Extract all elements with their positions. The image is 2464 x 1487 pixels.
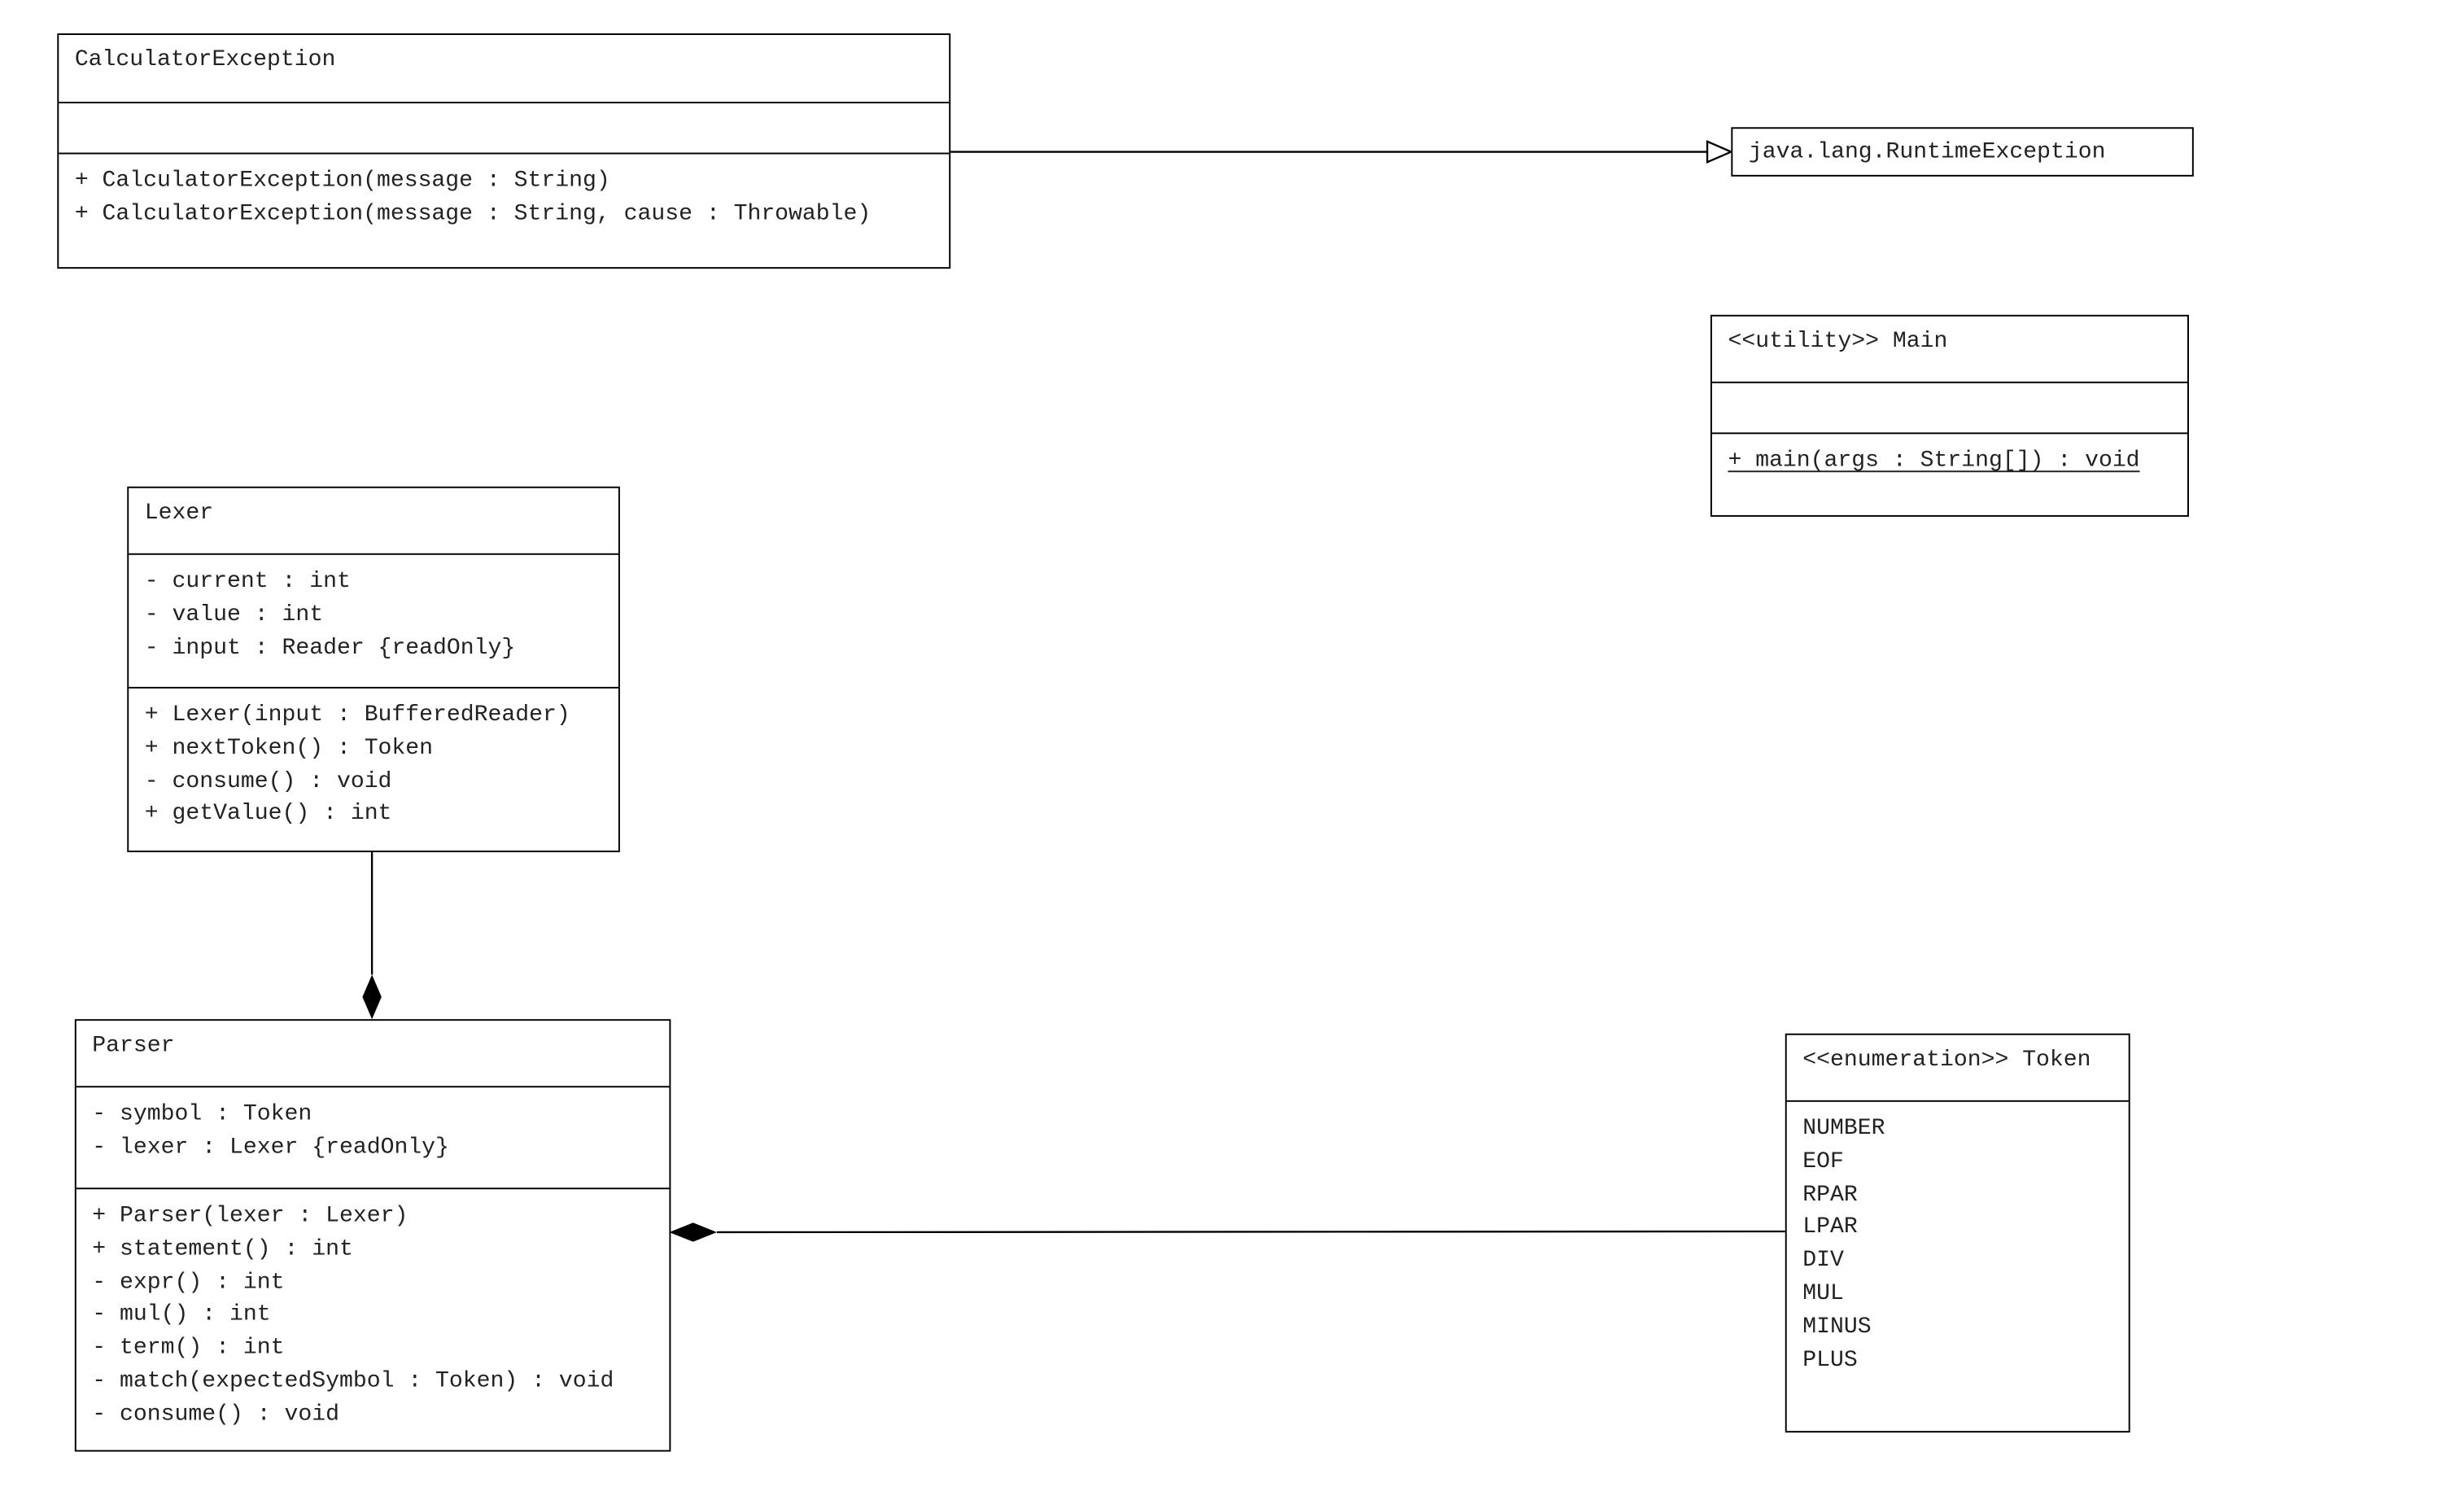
uml-class-diagram: CalculatorException + CalculatorException…	[0, 0, 2464, 1487]
method-item: - mul() : int	[92, 1302, 271, 1328]
class-name-compartment: Lexer	[129, 488, 618, 553]
methods-compartment: + CalculatorException(message : String) +…	[59, 152, 950, 232]
method-item: + Parser(lexer : Lexer)	[92, 1203, 408, 1230]
class-lexer[interactable]: Lexer - current : int - value : int - input…	[127, 486, 620, 853]
class-parser[interactable]: Parser - symbol : Token - lexer : Lexer {r…	[74, 1019, 671, 1452]
method-item: + CalculatorException(message : String)	[74, 168, 610, 195]
method-item: + main(args : String[]) : void	[1728, 448, 2140, 475]
class-name-compartment: <<enumeration>> Token	[1787, 1035, 2129, 1100]
method-item: + nextToken() : Token	[144, 736, 434, 762]
class-name-compartment: CalculatorException	[59, 35, 949, 102]
attribute-item: EOF	[1802, 1148, 1844, 1175]
attributes-compartment	[1711, 381, 2188, 433]
attribute-item: NUMBER	[1802, 1116, 1885, 1142]
method-item: - expr() : int	[92, 1270, 285, 1296]
class-runtime-exception[interactable]: java.lang.RuntimeException	[1731, 127, 2194, 178]
method-item: + CalculatorException(message : String, …	[74, 201, 872, 227]
methods-compartment: + Lexer(input : BufferedReader) + nextTok…	[129, 686, 618, 832]
class-name: Parser	[92, 1033, 175, 1060]
class-name-compartment: Parser	[76, 1021, 670, 1086]
class-name: CalculatorException	[74, 47, 336, 73]
attributes-compartment: - symbol : Token - lexer : Lexer {readOnl…	[76, 1086, 670, 1187]
method-item: + getValue() : int	[144, 802, 392, 828]
attribute-item: PLUS	[1802, 1347, 1858, 1373]
class-name: <<utility>> Main	[1728, 329, 1948, 355]
token-parser-composition-line	[717, 1230, 1785, 1234]
attribute-item: DIV	[1802, 1248, 1844, 1275]
attribute-item: MINUS	[1802, 1314, 1872, 1340]
attributes-compartment: - current : int - value : int - input : Re…	[129, 553, 618, 687]
methods-compartment: + Parser(lexer : Lexer) + statement() : i…	[76, 1187, 670, 1432]
attribute-item: LPAR	[1802, 1215, 1858, 1241]
attribute-item: - current : int	[144, 569, 351, 595]
composition-diamond-icon	[669, 1222, 718, 1242]
class-name: java.lang.RuntimeException	[1748, 139, 2106, 166]
generalization-arrowhead-icon	[1706, 140, 1734, 164]
class-name-compartment: <<utility>> Main	[1712, 317, 2187, 382]
attribute-item: MUL	[1802, 1281, 1844, 1307]
method-item: - consume() : void	[144, 768, 392, 794]
method-item: - consume() : void	[92, 1402, 339, 1428]
attribute-item: - input : Reader {readOnly}	[144, 635, 516, 661]
attributes-compartment: NUMBER EOF RPAR LPAR DIV MUL MINUS PLUS	[1786, 1100, 2129, 1378]
attributes-compartment	[59, 102, 950, 153]
attribute-item: - value : int	[144, 601, 324, 628]
method-item: - match(expectedSymbol : Token) : void	[92, 1368, 614, 1395]
composition-diamond-icon	[362, 974, 382, 1020]
attribute-item: RPAR	[1802, 1182, 1858, 1208]
attribute-item: - lexer : Lexer {readOnly}	[92, 1135, 449, 1161]
method-item: - term() : int	[92, 1336, 285, 1362]
methods-compartment: + main(args : String[]) : void	[1711, 432, 2188, 478]
class-name-compartment: java.lang.RuntimeException	[1732, 129, 2192, 178]
class-name: <<enumeration>> Token	[1802, 1047, 2091, 1074]
attribute-item: - symbol : Token	[92, 1101, 312, 1128]
method-item: + statement() : int	[92, 1236, 353, 1262]
method-item: + Lexer(input : BufferedReader)	[144, 702, 570, 728]
class-main[interactable]: <<utility>> Main + main(args : String[]) …	[1710, 314, 2189, 517]
class-token[interactable]: <<enumeration>> Token NUMBER EOF RPAR LPAR DI…	[1785, 1033, 2130, 1433]
class-calculator-exception[interactable]: CalculatorException + CalculatorException…	[57, 33, 951, 269]
class-name: Lexer	[144, 501, 214, 527]
